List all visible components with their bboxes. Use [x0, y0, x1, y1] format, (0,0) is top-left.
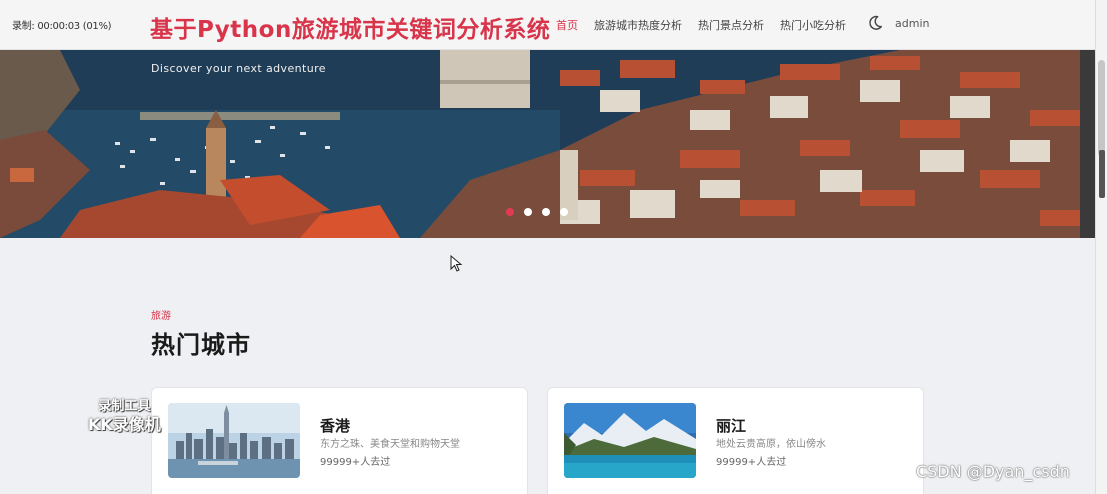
city-card-lijiang[interactable]: 丽江 地处云贵高原，依山傍水 99999+人去过	[547, 387, 924, 494]
city-name: 香港	[320, 417, 351, 435]
carousel-dot-3[interactable]	[542, 208, 550, 216]
city-visits: 99999+人去过	[716, 457, 787, 468]
hero-carousel[interactable]: Discover your next adventure	[0, 50, 1095, 238]
recorder-timestamp: 录制: 00:00:03 (01%)	[12, 21, 112, 32]
carousel-indicators	[506, 208, 568, 216]
nav-city-heat-analysis[interactable]: 旅游城市热度分析	[594, 17, 682, 33]
user-menu[interactable]: admin	[895, 17, 929, 30]
nav-home[interactable]: 首页	[556, 17, 578, 33]
city-visits: 99999+人去过	[320, 457, 391, 468]
page: Discover your next adventure 录制: 00:00:0…	[0, 0, 1107, 494]
main-nav: 首页 旅游城市热度分析 热门景点分析 热门小吃分析	[556, 17, 846, 33]
city-description: 东方之珠、美食天堂和购物天堂	[320, 439, 460, 450]
city-card-hongkong[interactable]: 香港 东方之珠、美食天堂和购物天堂 99999+人去过	[151, 387, 528, 494]
section-tag: 旅游	[151, 311, 171, 322]
section-title: 热门城市	[151, 331, 251, 359]
city-image-lijiang	[564, 403, 696, 478]
mouse-cursor-icon	[450, 255, 463, 272]
carousel-dot-2[interactable]	[524, 208, 532, 216]
hero-subtitle: Discover your next adventure	[151, 62, 326, 75]
csdn-watermark: CSDN @Dyan_csdn	[916, 462, 1070, 481]
watermark-line2: KK录像机	[88, 415, 161, 434]
carousel-dot-4[interactable]	[560, 208, 568, 216]
moon-icon[interactable]	[866, 14, 884, 32]
scrollbar-marker	[1099, 150, 1105, 198]
watermark-line1: 录制工具	[98, 399, 151, 414]
top-navbar: 录制: 00:00:03 (01%) 基于Python旅游城市关键词分析系统 首…	[0, 0, 1095, 50]
recorder-watermark: 录制工具 KK录像机	[88, 398, 161, 434]
city-name: 丽江	[716, 417, 747, 435]
city-description: 地处云贵高原，依山傍水	[716, 439, 826, 450]
nav-snack-analysis[interactable]: 热门小吃分析	[780, 17, 846, 33]
carousel-dot-1[interactable]	[506, 208, 514, 216]
app-title[interactable]: 基于Python旅游城市关键词分析系统	[150, 10, 550, 44]
nav-attraction-analysis[interactable]: 热门景点分析	[698, 17, 764, 33]
city-image-hongkong	[168, 403, 300, 478]
scrollbar-thumb[interactable]	[1098, 60, 1105, 156]
page-scrollbar[interactable]	[1095, 0, 1107, 494]
